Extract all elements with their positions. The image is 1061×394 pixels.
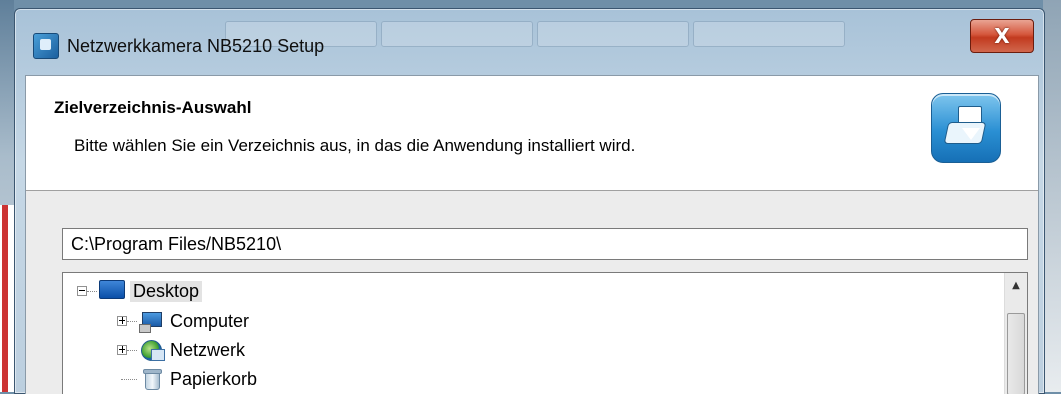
close-button[interactable]: X <box>970 19 1034 53</box>
tree-item-label[interactable]: Netzwerk <box>170 340 245 361</box>
setup-app-icon <box>33 33 59 59</box>
expand-icon[interactable] <box>117 345 127 355</box>
install-path-input[interactable] <box>62 228 1028 260</box>
tree-item-label[interactable]: Desktop <box>130 280 203 302</box>
window-title: Netzwerkkamera NB5210 Setup <box>67 36 325 56</box>
recycle-bin-icon <box>139 368 165 390</box>
computer-icon <box>139 310 165 333</box>
dialog-client-area: Zielverzeichnis-Auswahl Bitte wählen Sie… <box>25 75 1039 394</box>
install-icon <box>931 93 1001 163</box>
title-bar[interactable]: Netzwerkkamera NB5210 Setup X <box>15 9 1044 59</box>
expand-icon[interactable] <box>117 316 127 326</box>
tree-item-label[interactable]: Computer <box>170 311 249 332</box>
tree-item-network[interactable]: Netzwerk <box>117 336 245 364</box>
page-subtitle: Bitte wählen Sie ein Verzeichnis aus, in… <box>74 136 636 155</box>
background-window-strip <box>0 205 14 392</box>
background-window-edge-right <box>1043 0 1061 392</box>
tree-item-desktop[interactable]: Desktop <box>77 277 203 305</box>
page-title: Zielverzeichnis-Auswahl <box>54 98 252 117</box>
desktop-icon <box>99 280 125 299</box>
network-icon <box>139 339 165 361</box>
tree-item-recycle-bin[interactable]: Papierkorb <box>121 365 257 393</box>
scroll-up-arrow-icon[interactable]: ▲ <box>1007 275 1025 295</box>
wizard-header: Zielverzeichnis-Auswahl Bitte wählen Sie… <box>26 76 1038 191</box>
folder-tree[interactable]: Desktop Computer Netzwerk Papierkorb ▲ <box>62 272 1028 394</box>
tree-scrollbar[interactable]: ▲ <box>1004 273 1027 394</box>
tree-item-computer[interactable]: Computer <box>117 307 249 335</box>
setup-window: Netzwerkkamera NB5210 Setup X Zielverzei… <box>14 8 1045 394</box>
scroll-thumb[interactable] <box>1007 313 1025 394</box>
collapse-icon[interactable] <box>77 286 87 296</box>
close-icon: X <box>994 24 1010 48</box>
tree-item-label[interactable]: Papierkorb <box>170 369 257 390</box>
